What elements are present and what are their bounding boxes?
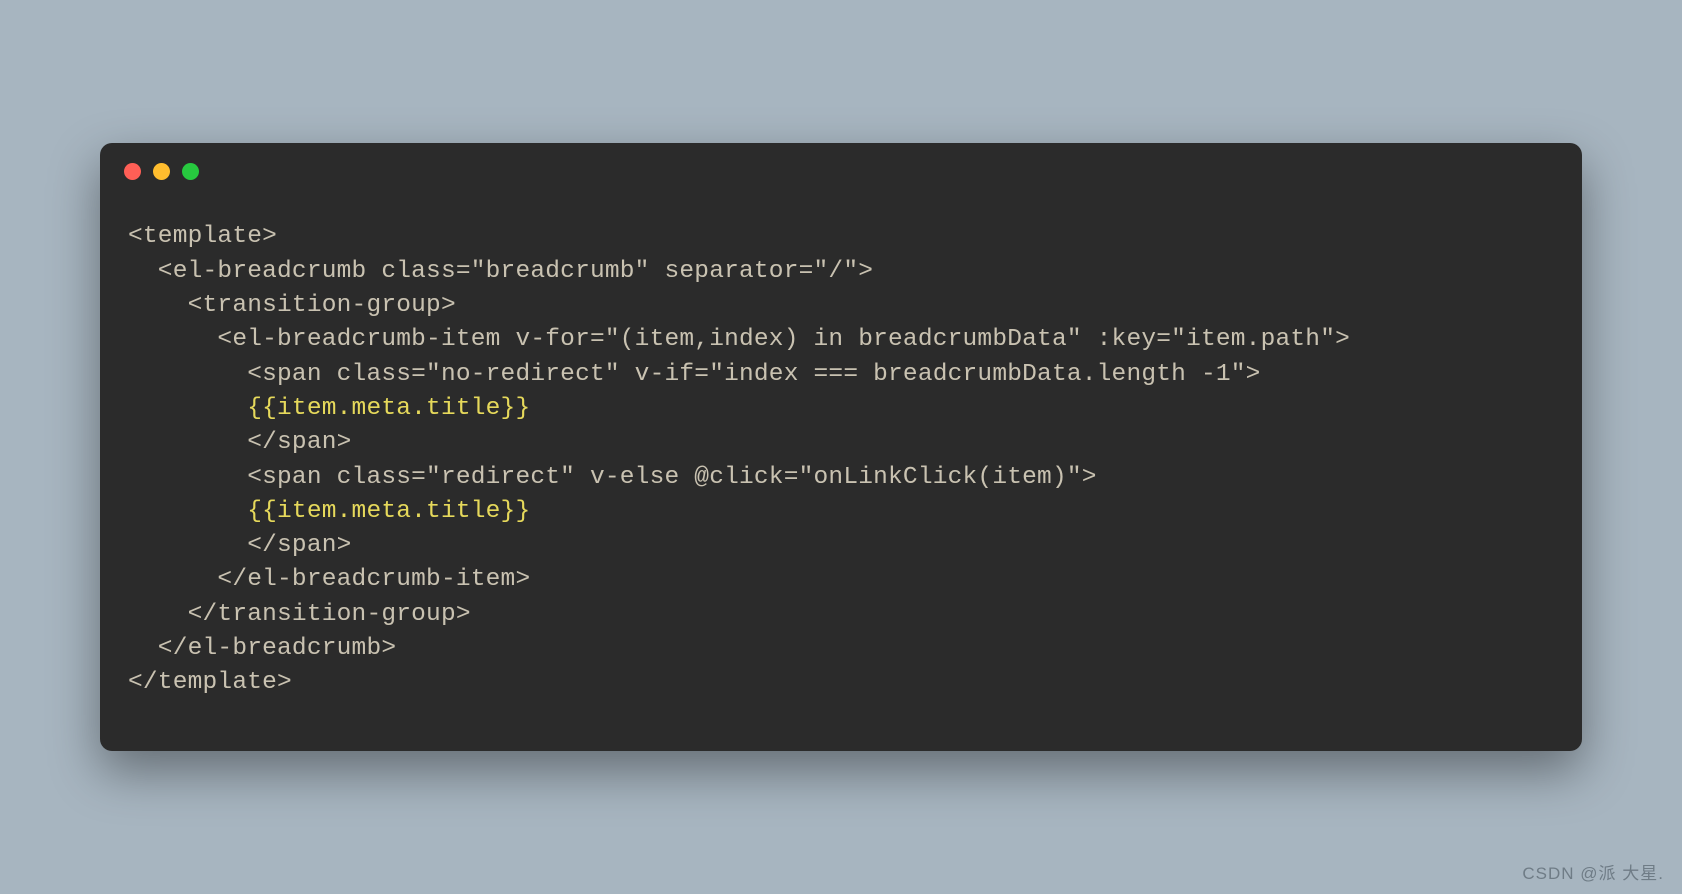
code-line: <template> xyxy=(128,223,277,250)
code-line: </el-breadcrumb> xyxy=(128,635,396,662)
code-line: </transition-group> xyxy=(128,601,471,628)
code-line: </template> xyxy=(128,669,292,696)
code-line: {{item.meta.title}} xyxy=(128,395,530,422)
code-line: <el-breadcrumb-item v-for="(item,index) … xyxy=(128,326,1350,353)
window-titlebar xyxy=(100,143,1582,190)
minimize-icon[interactable] xyxy=(153,163,170,180)
code-line: </el-breadcrumb-item> xyxy=(128,566,530,593)
watermark-text: CSDN @派 大星. xyxy=(1522,859,1664,884)
code-line: </span> xyxy=(128,429,352,456)
code-line: {{item.meta.title}} xyxy=(128,498,530,525)
code-line: </span> xyxy=(128,532,352,559)
code-window: <template> <el-breadcrumb class="breadcr… xyxy=(100,143,1582,750)
close-icon[interactable] xyxy=(124,163,141,180)
code-line: <el-breadcrumb class="breadcrumb" separa… xyxy=(128,258,873,285)
code-block: <template> <el-breadcrumb class="breadcr… xyxy=(100,190,1582,750)
code-line: <span class="no-redirect" v-if="index ==… xyxy=(128,361,1261,388)
code-line: <span class="redirect" v-else @click="on… xyxy=(128,464,1097,491)
maximize-icon[interactable] xyxy=(182,163,199,180)
code-line: <transition-group> xyxy=(128,292,456,319)
